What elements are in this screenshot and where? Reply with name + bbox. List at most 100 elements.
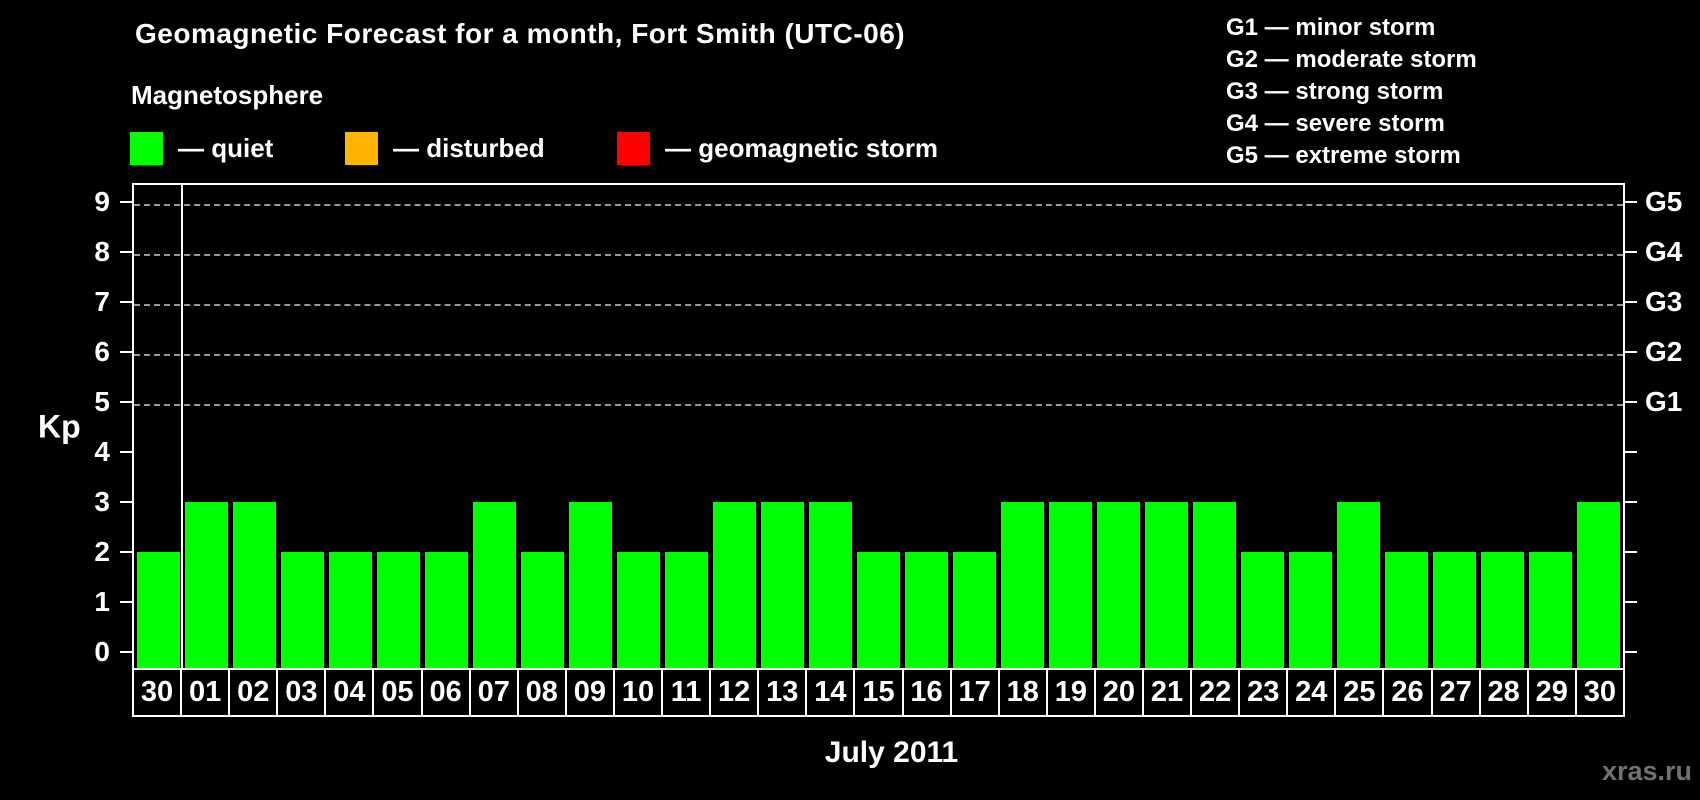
day-label-08: 08 <box>519 670 567 715</box>
kp-bar-day-19 <box>1049 502 1093 668</box>
day-column-05 <box>374 185 422 668</box>
y-axis-tick-right-3 <box>1625 501 1637 503</box>
kp-bar-day-27 <box>1433 552 1477 668</box>
day-label-18: 18 <box>1000 670 1048 715</box>
kp-bar-day-21 <box>1145 502 1189 668</box>
y-tick-label-2: 2 <box>94 536 110 567</box>
legend-item-label: — quiet <box>178 133 274 163</box>
kp-bar-day-15 <box>856 552 900 668</box>
legend-item-geomagnetic-storm: — geomagnetic storm <box>617 132 938 165</box>
y-tick-label-6: 6 <box>94 336 110 367</box>
day-column-02 <box>230 185 278 668</box>
day-column-08 <box>518 185 566 668</box>
legend-item-quiet: — quiet <box>130 132 273 165</box>
plot-area <box>132 183 1625 668</box>
kp-bar-day-24 <box>1289 552 1333 668</box>
y-tick-label-1: 1 <box>94 586 110 617</box>
day-column-20 <box>1095 185 1143 668</box>
day-label-28: 28 <box>1481 670 1529 715</box>
day-column-01 <box>182 185 230 668</box>
day-column-12 <box>710 185 758 668</box>
page-title: Geomagnetic Forecast for a month, Fort S… <box>135 18 906 49</box>
watermark: xras.ru <box>1601 756 1692 786</box>
day-label-23: 23 <box>1240 670 1289 715</box>
day-label-05: 05 <box>374 670 423 715</box>
y-axis-tick-right-1 <box>1625 601 1637 603</box>
kp-bar-day-30 <box>1577 502 1621 668</box>
day-label-26: 26 <box>1384 670 1433 715</box>
legend-item-disturbed: — disturbed <box>345 132 545 165</box>
y-axis-tick-left-8 <box>120 251 132 253</box>
kp-bar-day-16 <box>905 552 949 668</box>
y-tick-label-8: 8 <box>94 236 110 267</box>
storm-color-swatch <box>617 132 650 165</box>
day-label-16: 16 <box>904 670 952 715</box>
disturbed-color-swatch <box>345 132 378 165</box>
day-label-30: 30 <box>1583 676 1616 708</box>
y-axis-tick-left-7 <box>120 301 132 303</box>
x-axis-day-labels: 30 01 02 03 04 05 06 07 08 09 10 11 12 13 14 15 16 17 18 19… <box>132 668 1625 717</box>
kp-bar-day-04 <box>328 552 372 668</box>
kp-bar-day-14 <box>808 502 852 668</box>
kp-bar-day-17 <box>953 552 997 668</box>
day-column-24 <box>1287 185 1335 668</box>
y-tick-label-3: 3 <box>94 486 110 517</box>
month-separator-line <box>181 185 184 668</box>
day-label-11: 11 <box>663 670 712 715</box>
y-axis-tick-left-2 <box>120 551 132 553</box>
day-column-25 <box>1335 185 1383 668</box>
day-column-13 <box>758 185 806 668</box>
day-label-29: 29 <box>1529 670 1577 715</box>
y-axis-tick-right-8 <box>1625 251 1637 253</box>
day-label-07: 07 <box>471 670 519 715</box>
day-column-11 <box>662 185 710 668</box>
day-column-27 <box>1431 185 1479 668</box>
kp-bar-day-30 <box>136 552 180 668</box>
y-tick-label-4: 4 <box>94 436 110 467</box>
kp-bar-day-12 <box>712 502 756 668</box>
g-legend-line: G2 — moderate storm <box>1226 46 1477 73</box>
kp-bar-day-13 <box>760 502 804 668</box>
g-legend-line: G5 — extreme storm <box>1226 142 1461 169</box>
g-legend-line: G4 — severe storm <box>1226 110 1445 137</box>
y-axis-tick-right-7 <box>1625 301 1637 303</box>
kp-bar-day-11 <box>664 552 708 668</box>
g-legend-line: G3 — strong storm <box>1226 78 1444 105</box>
y-axis-tick-left-0 <box>120 651 132 653</box>
kp-bar-day-02 <box>232 502 276 668</box>
y-axis-tick-left-9 <box>120 201 132 203</box>
y-axis-tick-right-9 <box>1625 201 1637 203</box>
day-label-30: 30 <box>134 670 183 715</box>
day-column-22 <box>1191 185 1239 668</box>
kp-bar-day-20 <box>1097 502 1141 668</box>
kp-bar-day-29 <box>1529 552 1573 668</box>
g-level-label-G4: G4 <box>1645 236 1683 267</box>
day-column-15 <box>854 185 902 668</box>
day-column-26 <box>1383 185 1431 668</box>
day-label-02: 02 <box>230 670 279 715</box>
y-tick-label-7: 7 <box>94 286 110 317</box>
g-level-label-G3: G3 <box>1645 286 1683 317</box>
kp-bar-day-18 <box>1001 502 1045 668</box>
day-label-19: 19 <box>1048 670 1096 715</box>
x-axis-title: July 2011 <box>824 736 959 769</box>
day-label-25: 25 <box>1336 670 1385 715</box>
day-label-22: 22 <box>1192 670 1241 715</box>
day-column-16 <box>903 185 951 668</box>
y-axis-tick-right-2 <box>1625 551 1637 553</box>
kp-bar-day-05 <box>376 552 420 668</box>
quiet-color-swatch <box>130 132 163 165</box>
y-tick-label-9: 9 <box>94 186 110 217</box>
day-column-14 <box>806 185 854 668</box>
day-label-15: 15 <box>855 670 904 715</box>
y-axis-tick-left-6 <box>120 351 132 353</box>
day-column-03 <box>278 185 326 668</box>
kp-bar-day-07 <box>472 502 516 668</box>
g-level-label-G2: G2 <box>1645 336 1683 367</box>
day-column-21 <box>1143 185 1191 668</box>
bars-container <box>134 185 1623 668</box>
g-legend-line: G1 — minor storm <box>1226 14 1436 41</box>
kp-bar-day-25 <box>1337 502 1381 668</box>
day-column-19 <box>1047 185 1095 668</box>
kp-bar-day-08 <box>520 552 564 668</box>
